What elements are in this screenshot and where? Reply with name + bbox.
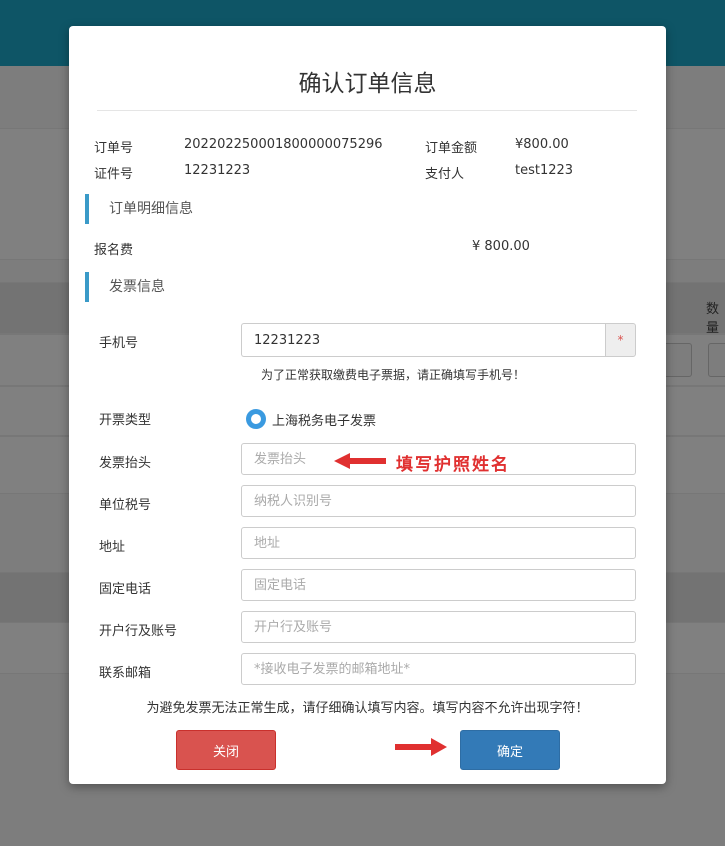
fixed-phone-label: 固定电话	[99, 582, 152, 597]
detail-item-price: ¥ 800.00	[472, 239, 530, 254]
order-amount-label: 订单金额	[425, 141, 478, 156]
invoice-type-radio[interactable]	[246, 409, 266, 429]
invoice-type-option-label[interactable]: 上海税务电子发票	[272, 410, 376, 429]
invoice-notice: 为避免发票无法正常生成，请仔细确认填写内容。填写内容不允许出现字符！	[146, 701, 589, 716]
title-divider	[97, 110, 637, 111]
tax-number-label: 单位税号	[99, 498, 152, 513]
tax-number-input[interactable]	[241, 485, 636, 517]
invoice-type-label: 开票类型	[99, 413, 152, 428]
annotation-arrow-icon	[334, 453, 386, 469]
close-button[interactable]: 关闭	[176, 730, 276, 770]
background-button	[708, 343, 725, 377]
fixed-phone-input[interactable]	[241, 569, 636, 601]
phone-input-group: *	[241, 323, 636, 357]
confirm-button[interactable]: 确定	[460, 730, 560, 770]
address-label: 地址	[99, 540, 126, 555]
order-amount-value: ¥800.00	[515, 137, 569, 152]
email-label: 联系邮箱	[99, 666, 152, 681]
background-column-label: 数量	[706, 302, 720, 336]
order-detail-section-title: 订单明细信息	[85, 194, 669, 224]
order-number-value: 202202250001800000075296	[184, 137, 383, 152]
annotation-text: 填写护照姓名	[396, 455, 510, 475]
confirm-order-modal: 确认订单信息 订单号 202202250001800000075296 订单金额…	[69, 26, 666, 784]
address-input[interactable]	[241, 527, 636, 559]
detail-item-name: 报名费	[94, 243, 134, 258]
email-input[interactable]	[241, 653, 636, 685]
bank-account-label: 开户行及账号	[99, 624, 178, 639]
id-number-label: 证件号	[94, 167, 134, 182]
payer-label: 支付人	[425, 167, 465, 182]
phone-input[interactable]	[241, 323, 605, 357]
payer-value: test1223	[515, 163, 574, 178]
phone-hint: 为了正常获取缴费电子票据，请正确填写手机号！	[261, 368, 526, 382]
order-number-label: 订单号	[94, 141, 134, 156]
phone-label: 手机号	[99, 336, 139, 351]
bank-account-input[interactable]	[241, 611, 636, 643]
required-marker: *	[605, 323, 636, 357]
invoice-title-label: 发票抬头	[99, 456, 152, 471]
modal-title: 确认订单信息	[298, 71, 437, 97]
invoice-section-title: 发票信息	[85, 272, 669, 302]
pointer-arrow-icon	[395, 738, 447, 756]
id-number-value: 12231223	[184, 163, 251, 178]
